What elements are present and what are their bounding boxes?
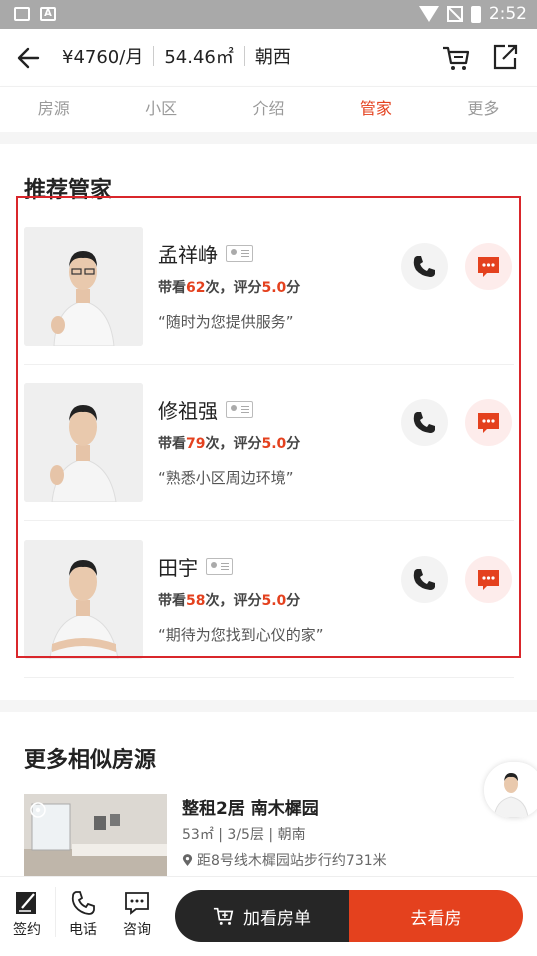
sign-edit-icon: [16, 892, 36, 914]
status-time: 2:52: [488, 4, 527, 24]
back-arrow-icon[interactable]: [16, 45, 42, 71]
listing-meta: 53㎡ | 3/5层 | 朝南: [182, 827, 306, 843]
share-icon[interactable]: [491, 43, 519, 71]
add-to-viewing-list-button[interactable]: 加看房单: [175, 890, 349, 942]
consult-button[interactable]: 咨询: [110, 887, 164, 939]
status-bar: A 2:52: [0, 0, 537, 29]
header-divider: [243, 46, 245, 66]
listing-location: 距8号线木樨园站步行约731米: [182, 850, 387, 870]
gallery-notification-icon: [14, 7, 30, 21]
location-pin-icon: [182, 853, 193, 866]
section-gap: [0, 132, 537, 144]
similar-section-title: 更多相似房源: [24, 748, 157, 773]
battery-icon: [470, 5, 481, 23]
tab-more[interactable]: 更多: [430, 87, 537, 132]
section-gap: [0, 700, 537, 712]
no-signal-icon: [446, 6, 463, 22]
tab-intro[interactable]: 介绍: [215, 87, 322, 132]
top-header: ¥4760/月 54.46㎡ 朝西: [0, 29, 537, 86]
highlight-box: [16, 196, 521, 658]
tab-managers[interactable]: 管家: [322, 87, 429, 132]
text-notification-icon: A: [40, 7, 56, 21]
section-tabs: 房源 小区 介绍 管家 更多: [0, 86, 537, 132]
phone-outline-icon: [71, 891, 95, 915]
tab-listing[interactable]: 房源: [0, 87, 107, 132]
cart-icon[interactable]: [441, 43, 471, 73]
tab-community[interactable]: 小区: [107, 87, 214, 132]
cart-add-icon: [213, 907, 234, 925]
header-area: 54.46㎡: [164, 47, 234, 68]
header-price: ¥4760/月: [62, 47, 144, 68]
wifi-icon: [418, 6, 439, 22]
floating-agent-avatar[interactable]: [484, 762, 537, 818]
agent-divider: [24, 677, 514, 678]
sign-button[interactable]: 签约: [0, 887, 54, 939]
header-divider: [153, 46, 155, 66]
chat-outline-icon: [125, 892, 149, 915]
header-orientation: 朝西: [254, 47, 291, 68]
listing-title[interactable]: 整租2居 南木樨园: [182, 794, 319, 819]
go-view-house-button[interactable]: 去看房: [349, 890, 523, 942]
bottom-action-bar: 签约 电话 咨询 加看房单 去看房: [0, 876, 537, 956]
listing-photo[interactable]: [24, 794, 167, 876]
phone-button[interactable]: 电话: [56, 887, 110, 939]
